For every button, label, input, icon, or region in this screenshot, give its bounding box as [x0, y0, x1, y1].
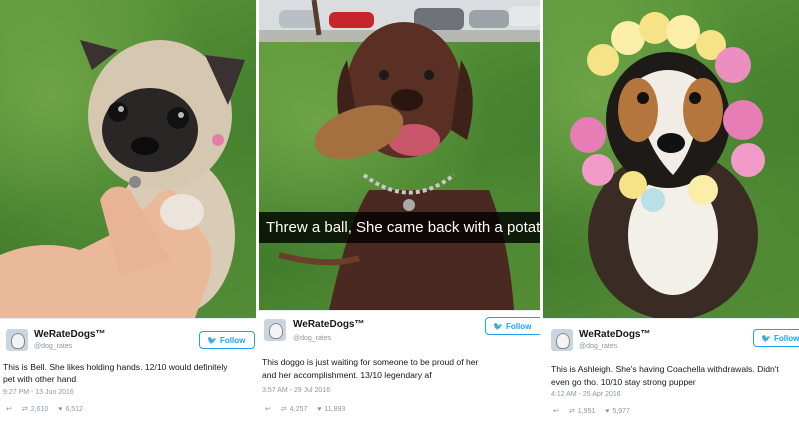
snap-caption: Threw a ball, She came back with a potat…: [259, 212, 540, 243]
tweet-card-ashleigh: WeRateDogs™ @dog_rates 🐦 Follow This is …: [543, 0, 799, 425]
reply-icon[interactable]: ↩: [6, 405, 12, 413]
tweet-card-bell: WeRateDogs™ @dog_rates 🐦 Follow This is …: [0, 0, 256, 425]
tweet-actions: ↩ ⇄ 1,951 ♥ 5,977: [553, 407, 630, 416]
twitter-bird-icon: 🐦: [207, 335, 217, 345]
account-name[interactable]: WeRateDogs™: [579, 329, 651, 340]
reply-icon[interactable]: ↩: [553, 407, 559, 415]
heart-icon: ♥: [58, 405, 63, 413]
tweet-actions: ↩ ⇄ 4,257 ♥ 11,893: [265, 405, 345, 414]
follow-button[interactable]: 🐦 Follow: [199, 331, 255, 349]
avatar[interactable]: [264, 319, 286, 341]
like-count: 11,893: [324, 405, 346, 413]
heart-icon: ♥: [605, 407, 610, 415]
heart-icon: ♥: [317, 405, 322, 413]
pug-photo: [0, 0, 256, 318]
twitter-bird-icon: 🐦: [761, 333, 771, 343]
tweet-actions: ↩ ⇄ 2,610 ♥ 6,512: [6, 405, 83, 414]
account-name[interactable]: WeRateDogs™: [293, 319, 365, 330]
account-handle[interactable]: @dog_rates: [293, 335, 331, 342]
twitter-bird-icon: 🐦: [493, 321, 503, 331]
tweet-timestamp[interactable]: 3:57 AM - 29 Jul 2016: [262, 387, 330, 394]
retweet-action[interactable]: ⇄ 1,951: [568, 407, 596, 416]
tweet-body: WeRateDogs™ @dog_rates 🐦 Follow This is …: [543, 318, 799, 425]
retweet-count: 2,610: [30, 405, 49, 413]
tweet-text-line1: This is Bell. She likes holding hands. 1…: [3, 362, 228, 372]
tweet-text-line1: This doggo is just waiting for someone t…: [262, 357, 479, 367]
follow-label: Follow: [773, 333, 799, 343]
retweet-count: 4,257: [289, 405, 308, 413]
tweet-text-line2: even go tho. 10/10 stay strong pupper: [551, 377, 696, 387]
like-action[interactable]: ♥ 6,512: [58, 406, 83, 413]
reply-icon[interactable]: ↩: [265, 405, 271, 413]
retweet-icon: ⇄: [568, 408, 575, 415]
tweet-body: WeRateDogs™ @dog_rates 🐦 Follow This dog…: [259, 310, 540, 425]
retweet-icon: ⇄: [21, 406, 28, 413]
account-handle[interactable]: @dog_rates: [34, 343, 72, 350]
follow-label: Follow: [505, 321, 532, 331]
tweet-timestamp[interactable]: 4:12 AM - 25 Apr 2016: [551, 391, 621, 398]
like-count: 5,977: [612, 407, 630, 415]
avatar[interactable]: [6, 329, 28, 351]
labrador-photo: Threw a ball, She came back with a potat…: [259, 0, 540, 310]
tweet-card-potato: Threw a ball, She came back with a potat…: [259, 0, 540, 425]
follow-button[interactable]: 🐦 Follow: [485, 317, 540, 335]
tweet-timestamp[interactable]: 9:27 PM - 13 Jun 2016: [3, 389, 74, 396]
tweet-text-line2: and her accomplishment. 13/10 legendary …: [262, 370, 432, 380]
retweet-count: 1,951: [577, 407, 596, 415]
retweet-action[interactable]: ⇄ 2,610: [21, 405, 49, 414]
avatar[interactable]: [551, 329, 573, 351]
sheltie-photo: [543, 0, 799, 318]
like-action[interactable]: ♥ 5,977: [605, 408, 630, 415]
like-action[interactable]: ♥ 11,893: [317, 406, 345, 413]
follow-button[interactable]: 🐦 Follow: [753, 329, 799, 347]
account-name[interactable]: WeRateDogs™: [34, 329, 106, 340]
retweet-icon: ⇄: [280, 406, 287, 413]
tweet-text-line2: pet with other hand: [3, 374, 77, 384]
account-handle[interactable]: @dog_rates: [579, 343, 617, 350]
tweet-body: WeRateDogs™ @dog_rates 🐦 Follow This is …: [0, 318, 256, 425]
follow-label: Follow: [219, 335, 246, 345]
retweet-action[interactable]: ⇄ 4,257: [280, 405, 308, 414]
tweet-text-line1: This is Ashleigh. She's having Coachella…: [551, 364, 779, 374]
like-count: 6,512: [65, 405, 83, 413]
